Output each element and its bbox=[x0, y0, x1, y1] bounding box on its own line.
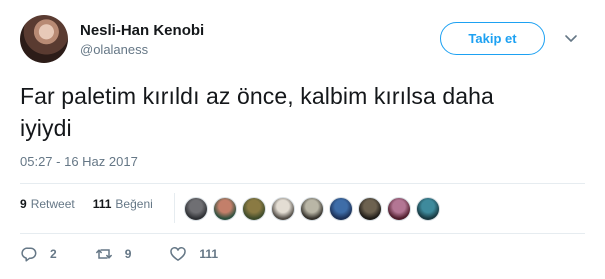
likes-stat[interactable]: 111 Beğeni bbox=[93, 197, 153, 211]
liker-avatar[interactable] bbox=[184, 197, 208, 221]
author-screen-name[interactable]: @olalaness bbox=[80, 42, 148, 57]
liker-avatar[interactable] bbox=[242, 197, 266, 221]
divider bbox=[20, 233, 585, 234]
like-count: 111 bbox=[199, 247, 219, 261]
liker-avatar[interactable] bbox=[213, 197, 237, 221]
follow-button[interactable]: Takip et bbox=[440, 22, 545, 55]
liker-avatars bbox=[184, 197, 445, 221]
liker-avatar[interactable] bbox=[300, 197, 324, 221]
liker-avatar[interactable] bbox=[329, 197, 353, 221]
retweet-count: 9 bbox=[124, 247, 132, 261]
retweets-stat[interactable]: 9 Retweet bbox=[20, 197, 75, 211]
tweet-text: Far paletim kırıldı az önce, kalbim kırı… bbox=[20, 80, 580, 144]
liker-avatar[interactable] bbox=[271, 197, 295, 221]
retweet-icon bbox=[95, 249, 112, 259]
likes-stat-count: 111 bbox=[92, 197, 112, 211]
liker-avatar[interactable] bbox=[416, 197, 440, 221]
retweets-stat-count: 9 bbox=[20, 197, 27, 211]
author-display-name[interactable]: Nesli-Han Kenobi bbox=[80, 22, 204, 39]
heart-icon bbox=[170, 246, 187, 261]
likes-stat-label: Beğeni bbox=[115, 197, 153, 211]
tweet-text-line: iyiydi bbox=[20, 115, 72, 141]
stats-divider bbox=[174, 193, 175, 223]
chevron-down-icon[interactable] bbox=[562, 32, 580, 46]
divider bbox=[20, 183, 585, 184]
reply-button[interactable]: 2 bbox=[20, 245, 57, 263]
like-button[interactable]: 111 bbox=[169, 245, 218, 263]
liker-avatar[interactable] bbox=[358, 197, 382, 221]
tweet-actions: 2 9 111 bbox=[20, 245, 256, 263]
reply-count: 2 bbox=[50, 247, 57, 261]
reply-icon bbox=[21, 247, 37, 262]
retweets-stat-label: Retweet bbox=[30, 197, 75, 211]
tweet-text-line: Far paletim kırıldı az önce, kalbim kırı… bbox=[20, 83, 494, 109]
liker-avatar[interactable] bbox=[387, 197, 411, 221]
tweet-stats: 9 Retweet 111 Beğeni bbox=[20, 197, 171, 211]
tweet-timestamp[interactable]: 05:27 - 16 Haz 2017 bbox=[20, 154, 138, 169]
author-avatar[interactable] bbox=[20, 15, 68, 63]
retweet-button[interactable]: 9 bbox=[95, 245, 132, 263]
